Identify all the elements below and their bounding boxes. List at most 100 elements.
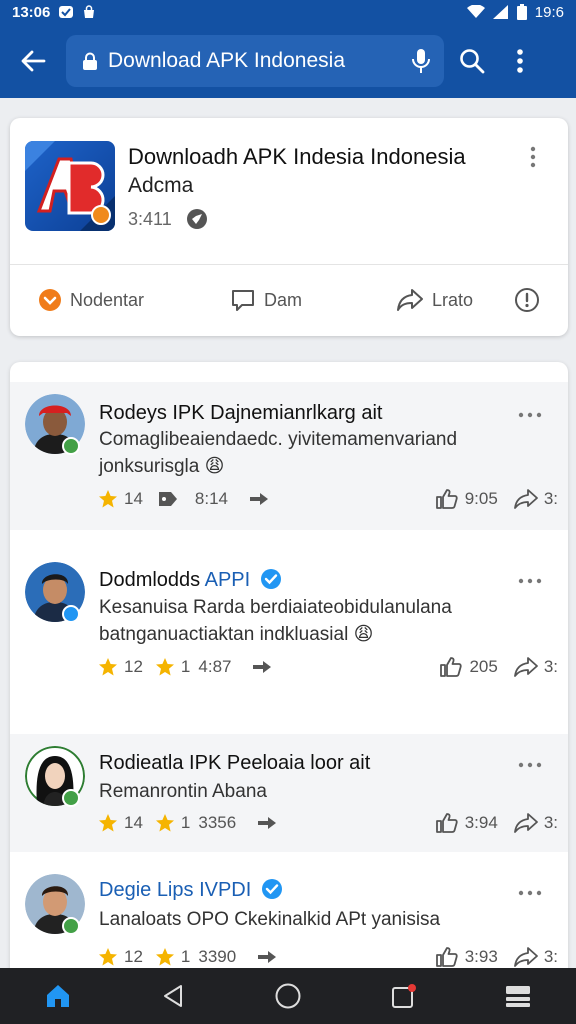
online-badge-icon	[62, 789, 80, 807]
star-icon	[99, 658, 117, 676]
lock-icon	[82, 52, 98, 70]
repost-button[interactable]	[248, 489, 270, 509]
back-button[interactable]	[0, 24, 66, 98]
app-meta: 3:411	[128, 208, 208, 230]
share-icon	[397, 289, 423, 311]
back-arrow-icon	[21, 50, 46, 72]
share-button[interactable]: 3:	[513, 657, 558, 677]
nav-back-button[interactable]	[143, 968, 203, 1024]
post-text: Kesanuisa Rarda berdiaiateobidulanulana …	[99, 597, 452, 645]
share-button[interactable]: 3:	[513, 489, 558, 509]
star-rating[interactable]: 1	[155, 813, 190, 833]
home-circle-icon	[275, 983, 301, 1009]
post-author[interactable]: Rodeys IPK Dajnemianrlkarg ait	[99, 402, 382, 425]
share-label: Lrato	[432, 289, 474, 310]
url-text: Download APK Indonesia	[108, 49, 345, 72]
home-icon	[46, 985, 69, 1007]
view-count: 3356	[198, 813, 237, 832]
post-menu[interactable]	[518, 566, 542, 588]
star-rating[interactable]: 12	[98, 657, 143, 677]
star-icon	[99, 814, 117, 832]
repost-button[interactable]	[256, 813, 278, 833]
more-horiz-icon	[518, 578, 542, 584]
post-menu[interactable]	[518, 750, 542, 772]
like-button[interactable]: 3:93	[435, 946, 498, 968]
star-rating[interactable]: 14	[98, 489, 143, 509]
download-icon	[39, 289, 61, 311]
microphone-icon[interactable]	[410, 48, 432, 74]
system-nav-bar	[0, 968, 576, 1024]
app-meta-count: 3:411	[128, 208, 172, 229]
download-label: Nodentar	[70, 289, 145, 310]
app-logo[interactable]	[25, 141, 115, 231]
post[interactable]: Rodeys IPK Dajnemianrlkarg ait Comaglibe…	[10, 382, 568, 530]
post-menu[interactable]	[518, 400, 542, 422]
status-bar: 13:06 19:6	[0, 0, 576, 24]
thumbs-up-icon	[435, 947, 458, 967]
repost-button[interactable]	[251, 657, 273, 677]
info-icon	[515, 288, 539, 312]
comments-feed: Rodeys IPK Dajnemianrlkarg ait Comaglibe…	[10, 362, 568, 982]
share-icon	[513, 947, 538, 967]
nav-recents-button[interactable]	[373, 968, 433, 1024]
share-icon	[513, 813, 538, 833]
share-button[interactable]: 3:	[513, 813, 558, 833]
share-action[interactable]: Lrato	[396, 288, 473, 312]
download-action[interactable]: Nodentar	[38, 288, 144, 312]
like-button[interactable]: 3:94	[435, 812, 498, 834]
more-horiz-icon	[518, 412, 542, 418]
star-icon	[99, 490, 117, 508]
view-count: 4:87	[198, 657, 232, 676]
like-button[interactable]: 9:05	[435, 488, 498, 510]
tag-stat[interactable]	[157, 489, 185, 509]
menu-icon	[506, 986, 531, 1007]
post[interactable]: Dodmlodds APPI Kesanuisa Rarda berdiaiat…	[10, 550, 568, 690]
comment-action[interactable]: Dam	[230, 287, 302, 313]
verified-badge-icon	[62, 605, 80, 623]
nav-menu-button[interactable]	[488, 968, 548, 1024]
repost-icon	[258, 951, 277, 963]
status-time: 13:06	[12, 3, 51, 21]
online-badge-icon	[62, 437, 80, 455]
star-rating[interactable]: 1	[155, 947, 190, 967]
url-bar[interactable]: Download APK Indonesia	[66, 35, 444, 87]
share-button[interactable]: 3:	[513, 947, 558, 967]
star-icon	[155, 658, 174, 676]
star-rating[interactable]: 14	[98, 813, 143, 833]
star-icon	[155, 814, 174, 832]
repost-icon	[250, 493, 269, 505]
like-button[interactable]: 205	[439, 656, 498, 678]
verified-icon	[186, 208, 208, 230]
nav-home-button[interactable]	[258, 968, 318, 1024]
more-vert-icon	[517, 49, 523, 73]
status-right-text: 19:6	[534, 3, 564, 21]
app-actions: Nodentar Dam Lrato	[10, 278, 568, 322]
app-card-menu[interactable]	[530, 146, 536, 172]
battery-icon	[516, 4, 527, 20]
post[interactable]: Degie Lips IVPDI Lanaloats OPO Ckekinalk…	[10, 862, 568, 982]
bag-icon	[82, 5, 96, 19]
notification-icon	[58, 5, 74, 19]
home-button[interactable]	[28, 968, 88, 1024]
more-options-button[interactable]	[500, 24, 540, 98]
post-stats: 14 1 3356 3:94 3:	[98, 812, 558, 834]
post-author[interactable]: Dodmlodds APPI	[99, 568, 282, 592]
post-menu[interactable]	[518, 878, 542, 900]
post[interactable]: Rodieatla IPK Peeloaia loor ait Remanron…	[10, 734, 568, 852]
repost-icon	[253, 661, 272, 673]
info-action[interactable]	[514, 287, 540, 313]
share-icon	[513, 657, 538, 677]
verified-icon	[261, 879, 282, 899]
post-author[interactable]: Degie Lips IVPDI	[99, 878, 283, 902]
more-horiz-icon	[518, 762, 542, 768]
app-subtitle: Adcma	[128, 174, 194, 197]
thumbs-up-icon	[435, 489, 458, 509]
divider	[10, 264, 568, 265]
tag-icon	[158, 492, 177, 506]
repost-button[interactable]	[256, 947, 278, 967]
post-stats: 12 1 4:87 205 3:	[98, 656, 558, 678]
post-author[interactable]: Rodieatla IPK Peeloaia loor ait	[99, 752, 370, 775]
search-button[interactable]	[444, 24, 500, 98]
star-rating[interactable]: 1	[155, 657, 190, 677]
star-rating[interactable]: 12	[98, 947, 143, 967]
